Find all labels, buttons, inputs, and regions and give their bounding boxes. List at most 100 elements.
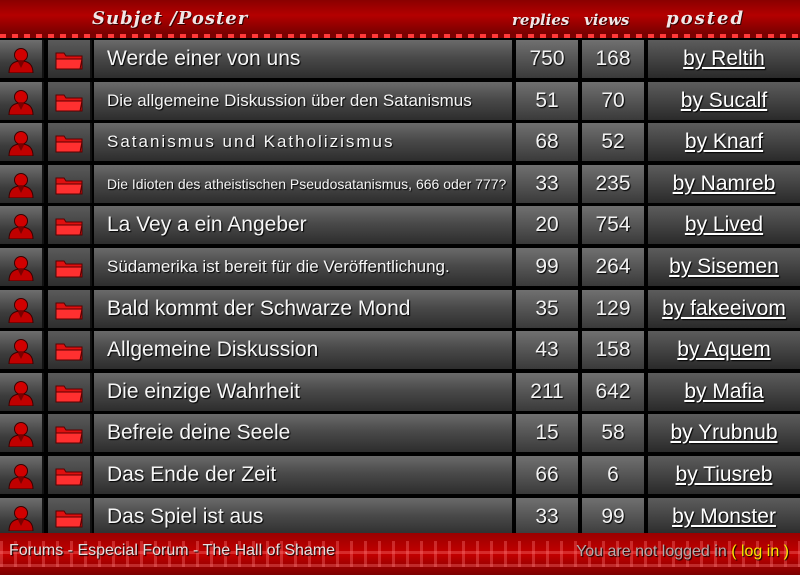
replies-count: 33 [535,504,559,528]
thread-subject-cell[interactable]: La Vey a ein Angeber [94,206,512,245]
poster-link[interactable]: by Lived [648,206,800,244]
thread-subject[interactable]: Die einzige Wahrheit [107,380,300,404]
thread-subject-cell[interactable]: Die einzige Wahrheit [94,372,512,411]
avatar-cell [0,248,44,286]
folder-cell [48,497,92,536]
user-icon [7,463,35,490]
table-row: Bald kommt der Schwarze Mond 35 129 by fake… [0,288,800,330]
footer-bar: Forums - Especial Forum - The Hall of Sh… [0,533,800,575]
replies-count: 51 [535,88,559,112]
poster-cell: by Lived [648,206,800,245]
views-cell: 52 [582,123,644,162]
folder-icon [55,175,83,195]
folder-cell [48,81,92,120]
replies-cell: 35 [516,289,578,328]
thread-subject[interactable]: Die allgemeine Diskussion über den Satan… [107,91,472,111]
poster-cell: by Tiusreb [648,456,800,494]
poster-cell: by Aquem [648,331,800,370]
replies-cell: 15 [516,414,578,453]
thread-subject[interactable]: Werde einer von uns [107,47,300,71]
poster-link[interactable]: by Aquem [648,331,800,369]
views-count: 70 [601,88,625,112]
thread-subject[interactable]: Befreie deine Seele [107,421,290,445]
thread-subject[interactable]: Das Spiel ist aus [107,505,263,529]
replies-count: 15 [535,421,559,445]
thread-subject[interactable]: Satanismus und Katholizismus [107,132,395,152]
thread-subject-cell[interactable]: Das Ende der Zeit [94,456,512,494]
table-row: Werde einer von uns 750 168 by Reltih [0,38,800,80]
thread-subject[interactable]: Allgemeine Diskussion [107,338,318,362]
views-count: 129 [595,296,631,320]
poster-link[interactable]: by Sucalf [648,82,800,120]
thread-subject-cell[interactable]: Die allgemeine Diskussion über den Satan… [94,81,512,120]
user-icon [7,172,35,199]
poster-cell: by Knarf [648,123,800,162]
thread-subject-cell[interactable]: Das Spiel ist aus [94,497,512,536]
login-status-text: You are not logged in [576,543,727,560]
folder-cell [48,456,92,494]
replies-count: 68 [535,130,559,154]
folder-icon [55,466,83,486]
thread-subject-cell[interactable]: Bald kommt der Schwarze Mond [94,289,512,328]
thread-subject[interactable]: Bald kommt der Schwarze Mond [107,297,410,321]
thread-subject[interactable]: Das Ende der Zeit [107,463,276,487]
paren-open: ( [731,543,737,560]
folder-icon [55,50,83,70]
table-row: Südamerika ist bereit für die Veröffentl… [0,246,800,288]
poster-cell: by Sucalf [648,81,800,120]
user-icon [7,297,35,324]
avatar-cell [0,414,44,453]
user-icon [7,255,35,282]
thread-subject[interactable]: Die Idioten des atheistischen Pseudosata… [107,176,506,192]
poster-cell: by Namreb [648,164,800,203]
breadcrumb-especial-forum[interactable]: Especial Forum [77,542,188,559]
poster-link[interactable]: by Tiusreb [648,456,800,494]
thread-subject-cell[interactable]: Befreie deine Seele [94,414,512,453]
user-icon [7,89,35,116]
poster-link[interactable]: by Reltih [648,40,800,78]
views-count: 99 [601,504,625,528]
thread-subject-cell[interactable]: Die Idioten des atheistischen Pseudosata… [94,164,512,203]
thread-subject-cell[interactable]: Werde einer von uns [94,40,512,78]
poster-link[interactable]: by Sisemen [648,248,800,286]
login-link[interactable]: log in [741,543,779,560]
breadcrumb-forums[interactable]: Forums [9,542,63,559]
views-count: 52 [601,130,625,154]
folder-icon [55,508,83,528]
user-icon [7,130,35,157]
folder-icon [55,300,83,320]
thread-subject-cell[interactable]: Südamerika ist bereit für die Veröffentl… [94,248,512,286]
folder-cell [48,40,92,78]
replies-count: 99 [535,255,559,278]
login-status: You are not logged in ( log in ) [576,543,789,561]
table-row: Die allgemeine Diskussion über den Satan… [0,80,800,122]
replies-cell: 66 [516,456,578,494]
folder-cell [48,372,92,411]
poster-link[interactable]: by Monster [648,498,800,536]
avatar-cell [0,372,44,411]
poster-link[interactable]: by fakeeivom [648,290,800,328]
avatar-cell [0,331,44,370]
views-cell: 99 [582,497,644,536]
views-cell: 235 [582,164,644,203]
avatar-cell [0,456,44,494]
poster-link[interactable]: by Mafia [648,373,800,411]
thread-subject-cell[interactable]: Satanismus und Katholizismus [94,123,512,162]
thread-subject[interactable]: Südamerika ist bereit für die Veröffentl… [107,257,450,277]
poster-cell: by Yrubnub [648,414,800,453]
replies-cell: 20 [516,206,578,245]
poster-link[interactable]: by Knarf [648,123,800,161]
column-header-subject-poster: Subjet /Poster [92,8,249,29]
replies-cell: 68 [516,123,578,162]
views-cell: 129 [582,289,644,328]
forum-thread-list: Subjet /Poster replies views posted Werd… [0,0,800,575]
thread-subject-cell[interactable]: Allgemeine Diskussion [94,331,512,370]
table-row: La Vey a ein Angeber 20 754 by Lived [0,204,800,246]
user-icon [7,505,35,532]
thread-subject[interactable]: La Vey a ein Angeber [107,213,307,237]
poster-link[interactable]: by Yrubnub [648,414,800,452]
replies-cell: 33 [516,164,578,203]
breadcrumb-separator: - [188,542,203,559]
poster-link[interactable]: by Namreb [648,165,800,203]
table-row: Die Idioten des atheistischen Pseudosata… [0,163,800,205]
